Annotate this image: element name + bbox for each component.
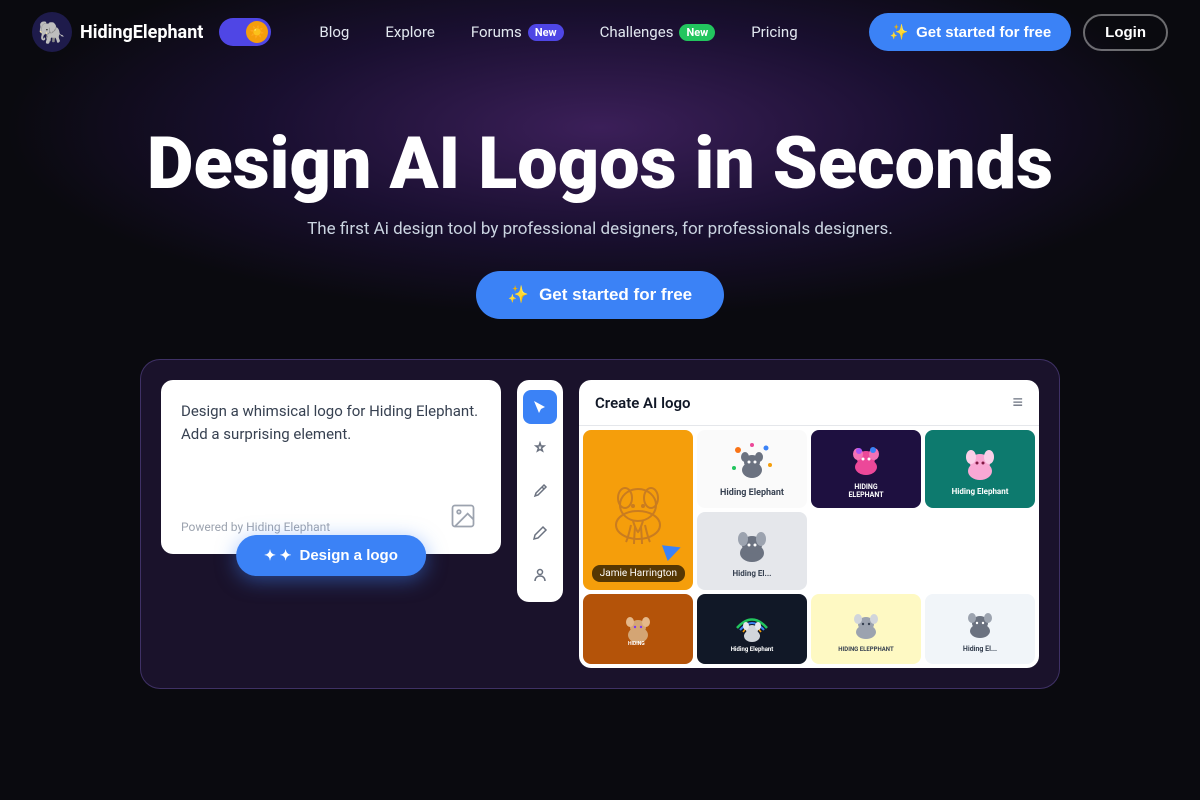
gray-elephant-svg [730,525,774,569]
logo-cell-dark-pink[interactable]: HIDINGELEPHANT [811,430,921,508]
rainbow-elephant-svg [732,606,772,646]
cursor-indicator: ▶ [660,535,684,564]
person-tool[interactable] [523,558,557,592]
powered-by-text: Powered by Hiding Elephant [181,520,481,534]
gallery-header: Create AI logo ≡ [579,380,1039,426]
prompt-text: Design a whimsical logo for Hiding Eleph… [181,400,481,480]
forums-badge: New [528,24,564,41]
nav-links: Blog Explore Forums New Challenges New P… [303,15,869,49]
menu-icon[interactable]: ≡ [1012,392,1023,413]
teal-logo-text: Hiding Elephant [952,487,1009,496]
magic-tool[interactable] [523,432,557,466]
nav-pricing[interactable]: Pricing [735,15,813,49]
yellow-elephant-svg [846,606,886,646]
logo-elephant-icon: 🐘 [32,12,72,52]
logo-cell-brown[interactable]: HIDING [583,594,693,664]
light-elephant-svg [960,605,1000,645]
dark-logo-text: HIDINGELEPHANT [848,483,883,500]
nav-cta-button[interactable]: ✨ Get started for free [869,13,1071,51]
pen-tool[interactable] [523,474,557,508]
logo-cell-yellow2[interactable]: HIDING ELEPPHANT [811,594,921,664]
hero-title: Design AI Logos in Seconds [0,124,1200,203]
logo-text: HidingElephant [80,22,203,43]
design-logo-button[interactable]: ✦ ✦ Design a logo [236,535,426,576]
challenges-badge: New [679,24,715,41]
hero-section: Design AI Logos in Seconds The first Ai … [0,64,1200,319]
dark2-logo-text: Hiding Elephant [731,646,774,653]
theme-toggle[interactable]: ☀️ [219,18,271,46]
hero-subtitle: The first Ai design tool by professional… [0,219,1200,239]
logo-cell-white-he[interactable]: Hiding Elephant [697,430,807,508]
svg-text:HIDING: HIDING [628,641,645,647]
gray-logo-text: Hiding El... [732,569,771,578]
dark-elephant-svg [844,439,888,483]
nav-challenges[interactable]: Challenges New [584,15,732,49]
app-preview: Design a whimsical logo for Hiding Eleph… [140,359,1060,689]
nav-explore[interactable]: Explore [369,15,451,49]
nav-actions: ✨ Get started for free Login [869,13,1168,51]
upload-icon[interactable] [449,502,481,534]
logo-cell-gray[interactable]: Hiding El... [697,512,807,590]
logo-grid-row1: ▶ Jamie Harrington [579,426,1039,594]
toggle-knob: ☀️ [246,21,268,43]
light-logo-text: Hiding El... [963,645,997,653]
nav-forums[interactable]: Forums New [455,15,580,49]
logo-cell-teal[interactable]: Hiding Elephant [925,430,1035,508]
logo-gallery-panel: Create AI logo ≡ [579,380,1039,668]
cursor-tool[interactable] [523,390,557,424]
logo-area[interactable]: 🐘 HidingElephant ☀️ [32,12,271,52]
brown-elephant-svg: HIDING [618,609,658,649]
login-button[interactable]: Login [1083,14,1168,51]
he-logo-text: Hiding Elephant [720,488,784,498]
svg-text:🐘: 🐘 [38,20,65,46]
logo-cell-light[interactable]: Hiding El... [925,594,1035,664]
logo-cell-dark2[interactable]: Hiding Elephant [697,594,807,664]
tool-panel [517,380,563,602]
he-flowers-svg [728,440,776,488]
pencil-tool[interactable] [523,516,557,550]
logo-cell-yellow[interactable]: ▶ Jamie Harrington [583,430,693,590]
user-name-badge: Jamie Harrington [592,565,685,582]
gallery-title: Create AI logo [595,394,691,412]
yellow2-logo-text: HIDING ELEPPHANT [838,646,893,653]
teal-elephant-svg [958,443,1002,487]
hero-cta-button[interactable]: ✨ Get started for free [476,271,724,319]
prompt-panel: Design a whimsical logo for Hiding Eleph… [161,380,501,554]
nav-blog[interactable]: Blog [303,15,365,49]
logo-grid-row2: HIDING Hiding Elephant [579,594,1039,668]
